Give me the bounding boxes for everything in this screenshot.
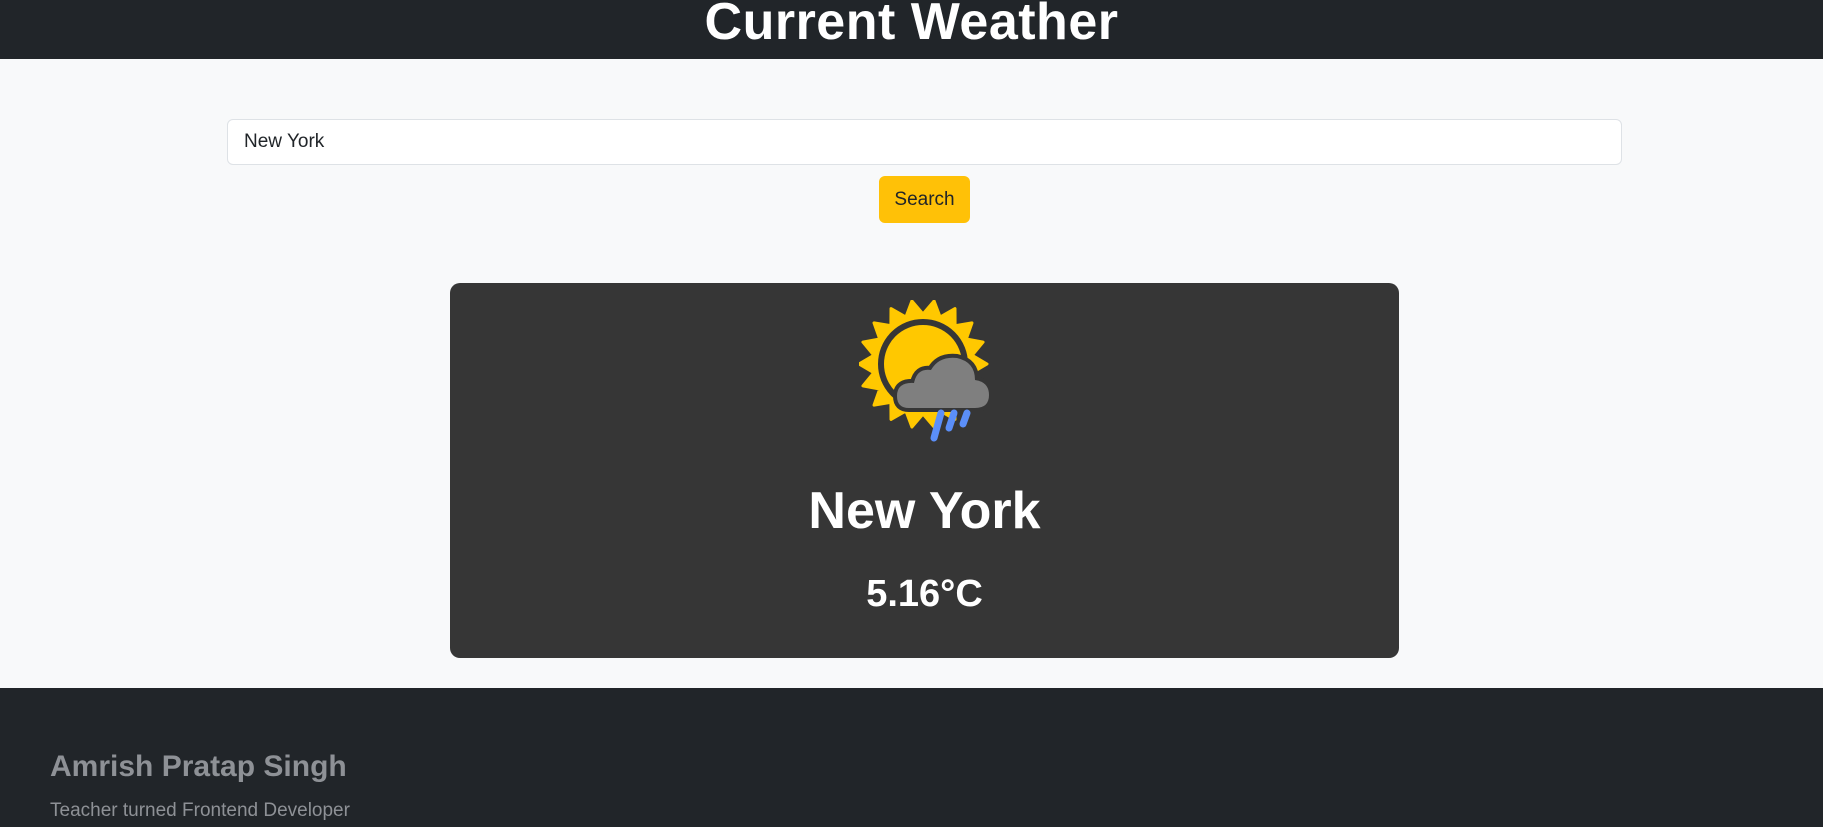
main-content: Search New York 5.16°C <box>0 59 1823 688</box>
city-name: New York <box>808 482 1041 540</box>
temperature-value: 5.16°C <box>866 573 983 615</box>
sun-with-rain-cloud-icon <box>857 299 1009 450</box>
city-search-input[interactable] <box>227 119 1622 165</box>
header-bar: Current Weather <box>0 0 1823 59</box>
author-name: Amrish Pratap Singh <box>50 750 347 783</box>
weather-card: New York 5.16°C <box>450 283 1399 658</box>
search-button[interactable]: Search <box>879 176 970 223</box>
author-tagline: Teacher turned Frontend Developer <box>50 800 350 821</box>
page-title: Current Weather <box>704 0 1119 51</box>
footer: Amrish Pratap Singh Teacher turned Front… <box>0 688 1823 827</box>
